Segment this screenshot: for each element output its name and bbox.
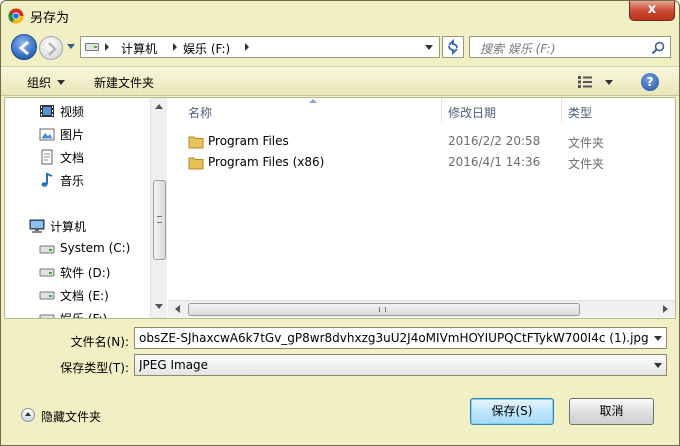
column-divider[interactable] [561,98,562,122]
drive-icon [39,291,55,300]
file-name: Program Files [208,134,289,148]
chevron-down-icon[interactable] [654,336,662,341]
view-options-icon[interactable] [577,75,593,89]
save-button[interactable]: 保存(S) [470,398,554,425]
folder-icon [188,136,204,149]
refresh-button[interactable] [442,36,464,58]
scrollbar-thumb[interactable] [188,303,580,316]
dialog-title: 另存为 [30,11,70,26]
drive-icon [39,268,55,277]
search-placeholder: 搜索 娱乐 (F:) [480,42,556,56]
nav-item-label: 文档 [60,151,85,165]
breadcrumb-drive-f[interactable]: 娱乐 (F:) [183,40,230,57]
search-box[interactable]: 搜索 娱乐 (F:) [469,36,671,58]
pictures-icon [39,128,55,141]
column-divider[interactable] [441,98,442,122]
file-type: 文件夹 [568,136,605,150]
nav-item-label: 视频 [60,105,85,119]
address-bar[interactable]: 计算机 娱乐 (F:) [80,36,440,58]
breadcrumb-separator[interactable] [173,43,177,51]
navigation-pane: 视频 图片 文档 音乐 计算机 System (C:) 软件 (D:) 文档 (… [5,98,167,318]
hide-folders-label: 隐藏文件夹 [41,410,102,424]
address-history-dropdown[interactable] [425,45,433,50]
chrome-icon [8,8,24,24]
file-list-scrollbar[interactable] [168,300,675,317]
breadcrumb-separator[interactable] [105,43,109,51]
filename-input[interactable]: obsZE-SJhaxcwA6k7tGv_gP8wr8dvhxzg3uU2J4o… [139,331,649,345]
nav-item-label: 文档 (E:) [60,289,109,303]
drive-icon [85,43,99,51]
scroll-up-icon[interactable] [155,104,163,109]
file-type: 文件夹 [568,157,605,171]
breadcrumb-computer[interactable]: 计算机 [121,40,157,57]
video-icon [40,105,54,117]
refresh-icon [448,38,458,56]
cancel-button[interactable]: 取消 [569,398,654,425]
computer-icon [29,219,45,233]
nav-item-label: 音乐 [60,174,85,188]
column-header-name[interactable]: 名称 [188,104,212,121]
navigation-scrollbar[interactable] [150,98,167,318]
chevron-down-icon[interactable] [654,363,662,368]
filename-combobox[interactable]: obsZE-SJhaxcwA6k7tGv_gP8wr8dvhxzg3uU2J4o… [134,327,667,349]
file-name: Program Files (x86) [208,155,325,169]
save-as-dialog: 另存为 x 计算机 娱乐 (F:) 搜索 娱乐 (F:) 组织 新建文件夹 ? … [0,0,680,446]
nav-item-label: 图片 [60,128,85,142]
drive-icon [39,314,55,318]
recent-locations-dropdown[interactable] [67,44,75,49]
organize-button[interactable]: 组织 [27,74,51,91]
filetype-select[interactable]: JPEG Image [134,354,667,376]
nav-item-label: 计算机 [50,220,87,234]
arrow-right-icon [48,42,57,56]
filetype-value: JPEG Image [139,358,209,372]
documents-icon [41,149,53,165]
filename-label: 文件名(N): [70,335,129,349]
scroll-left-icon[interactable] [175,305,180,313]
sort-ascending-icon [309,99,317,103]
nav-item-label: 软件 (D:) [60,266,111,280]
file-list: 名称 修改日期 类型 Program Files 2016/2/2 20:58 … [168,98,675,318]
table-row[interactable]: Program Files (x86) 2016/4/1 14:36 文件夹 [168,153,675,173]
file-modified: 2016/4/1 14:36 [448,155,541,169]
arrow-left-icon [18,40,29,56]
file-modified: 2016/2/2 20:58 [448,134,541,148]
close-button[interactable]: x [629,1,675,21]
table-row[interactable]: Program Files 2016/2/2 20:58 文件夹 [168,132,675,152]
chevron-up-icon [21,408,35,422]
scroll-right-icon[interactable] [663,305,668,313]
folder-icon [188,157,204,170]
grip-icon [379,307,386,312]
breadcrumb-separator[interactable] [245,43,249,51]
nav-item-label: 娱乐 (F:) [60,310,107,318]
browser-area: 视频 图片 文档 音乐 计算机 System (C:) 软件 (D:) 文档 (… [4,97,676,319]
column-header-type[interactable]: 类型 [568,104,592,121]
title-bar[interactable]: 另存为 x [1,1,679,31]
command-bar: 组织 新建文件夹 ? [1,66,679,96]
search-icon [651,41,665,55]
help-button[interactable]: ? [641,73,659,91]
grip-icon [157,216,162,223]
drive-icon [39,245,55,254]
chevron-down-icon[interactable] [605,80,613,85]
filetype-label: 保存类型(T): [60,361,129,375]
back-button[interactable] [11,34,37,60]
hide-folders-toggle[interactable]: 隐藏文件夹 [21,407,131,425]
forward-button[interactable] [39,36,63,60]
chevron-down-icon[interactable] [57,80,65,85]
nav-item-label: System (C:) [60,241,131,255]
scroll-down-icon[interactable] [155,304,163,309]
scrollbar-thumb[interactable] [153,180,166,260]
music-icon [41,172,53,187]
new-folder-button[interactable]: 新建文件夹 [94,74,154,91]
column-header-modified[interactable]: 修改日期 [448,104,496,121]
